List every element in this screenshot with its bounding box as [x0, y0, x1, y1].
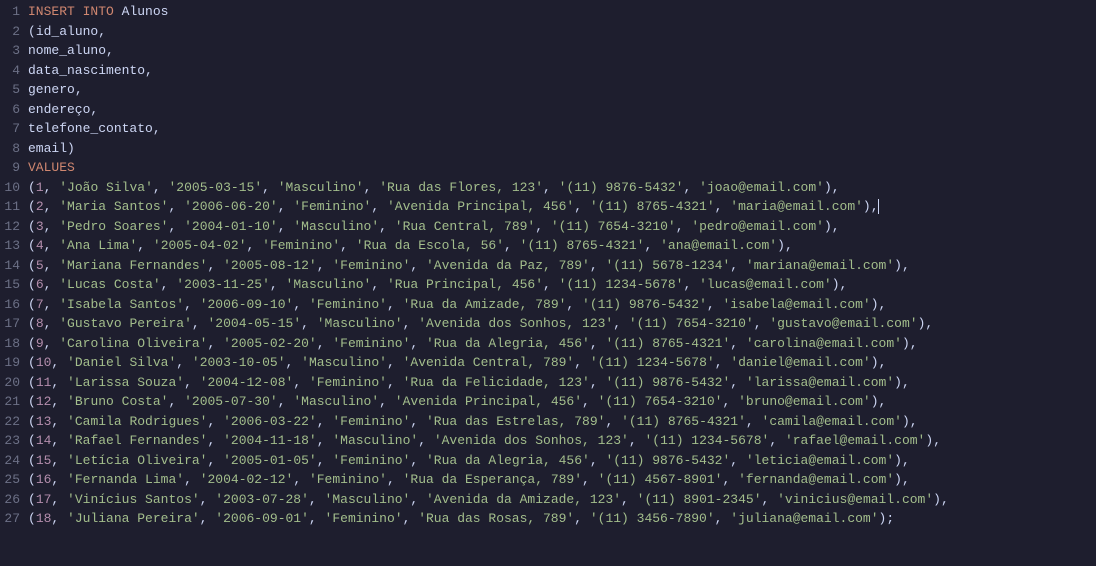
line-number: 17 — [0, 314, 20, 334]
line-number: 16 — [0, 295, 20, 315]
code-line[interactable]: (16, 'Fernanda Lima', '2004-02-12', 'Fem… — [28, 470, 1076, 490]
code-line[interactable]: telefone_contato, — [28, 119, 1076, 139]
line-number: 1 — [0, 2, 20, 22]
code-line[interactable]: (18, 'Juliana Pereira', '2006-09-01', 'F… — [28, 509, 1076, 529]
code-line[interactable]: nome_aluno, — [28, 41, 1076, 61]
line-number: 9 — [0, 158, 20, 178]
line-number: 4 — [0, 61, 20, 81]
code-line[interactable]: (17, 'Vinícius Santos', '2003-07-28', 'M… — [28, 490, 1076, 510]
code-line[interactable]: (1, 'João Silva', '2005-03-15', 'Masculi… — [28, 178, 1076, 198]
line-number: 13 — [0, 236, 20, 256]
code-line[interactable]: (7, 'Isabela Santos', '2006-09-10', 'Fem… — [28, 295, 1076, 315]
code-line[interactable]: (15, 'Letícia Oliveira', '2005-01-05', '… — [28, 451, 1076, 471]
code-line[interactable]: email) — [28, 139, 1076, 159]
code-line[interactable]: (id_aluno, — [28, 22, 1076, 42]
line-number: 11 — [0, 197, 20, 217]
code-line[interactable]: (3, 'Pedro Soares', '2004-01-10', 'Mascu… — [28, 217, 1076, 237]
line-number: 7 — [0, 119, 20, 139]
code-line[interactable]: (10, 'Daniel Silva', '2003-10-05', 'Masc… — [28, 353, 1076, 373]
line-number: 3 — [0, 41, 20, 61]
code-line[interactable]: INSERT INTO Alunos — [28, 2, 1076, 22]
code-line[interactable]: (9, 'Carolina Oliveira', '2005-02-20', '… — [28, 334, 1076, 354]
code-line[interactable]: (12, 'Bruno Costa', '2005-07-30', 'Mascu… — [28, 392, 1076, 412]
code-line[interactable]: (5, 'Mariana Fernandes', '2005-08-12', '… — [28, 256, 1076, 276]
line-number: 26 — [0, 490, 20, 510]
code-line[interactable]: (11, 'Larissa Souza', '2004-12-08', 'Fem… — [28, 373, 1076, 393]
line-number-gutter: 1234567891011121314151617181920212223242… — [0, 2, 28, 529]
line-number: 18 — [0, 334, 20, 354]
line-number: 15 — [0, 275, 20, 295]
line-number: 23 — [0, 431, 20, 451]
code-line[interactable]: (2, 'Maria Santos', '2006-06-20', 'Femin… — [28, 197, 1076, 217]
code-line[interactable]: (13, 'Camila Rodrigues', '2006-03-22', '… — [28, 412, 1076, 432]
line-number: 22 — [0, 412, 20, 432]
code-content[interactable]: INSERT INTO Alunos(id_aluno,nome_aluno,d… — [28, 2, 1096, 529]
code-line[interactable]: VALUES — [28, 158, 1076, 178]
code-line[interactable]: (6, 'Lucas Costa', '2003-11-25', 'Mascul… — [28, 275, 1076, 295]
line-number: 2 — [0, 22, 20, 42]
line-number: 12 — [0, 217, 20, 237]
line-number: 24 — [0, 451, 20, 471]
line-number: 8 — [0, 139, 20, 159]
line-number: 21 — [0, 392, 20, 412]
line-number: 10 — [0, 178, 20, 198]
line-number: 20 — [0, 373, 20, 393]
code-line[interactable]: (14, 'Rafael Fernandes', '2004-11-18', '… — [28, 431, 1076, 451]
line-number: 14 — [0, 256, 20, 276]
line-number: 19 — [0, 353, 20, 373]
line-number: 25 — [0, 470, 20, 490]
line-number: 6 — [0, 100, 20, 120]
code-line[interactable]: endereço, — [28, 100, 1076, 120]
code-line[interactable]: data_nascimento, — [28, 61, 1076, 81]
line-number: 27 — [0, 509, 20, 529]
code-line[interactable]: (8, 'Gustavo Pereira', '2004-05-15', 'Ma… — [28, 314, 1076, 334]
code-line[interactable]: genero, — [28, 80, 1076, 100]
line-number: 5 — [0, 80, 20, 100]
code-editor[interactable]: 1234567891011121314151617181920212223242… — [0, 0, 1096, 531]
code-line[interactable]: (4, 'Ana Lima', '2005-04-02', 'Feminino'… — [28, 236, 1076, 256]
